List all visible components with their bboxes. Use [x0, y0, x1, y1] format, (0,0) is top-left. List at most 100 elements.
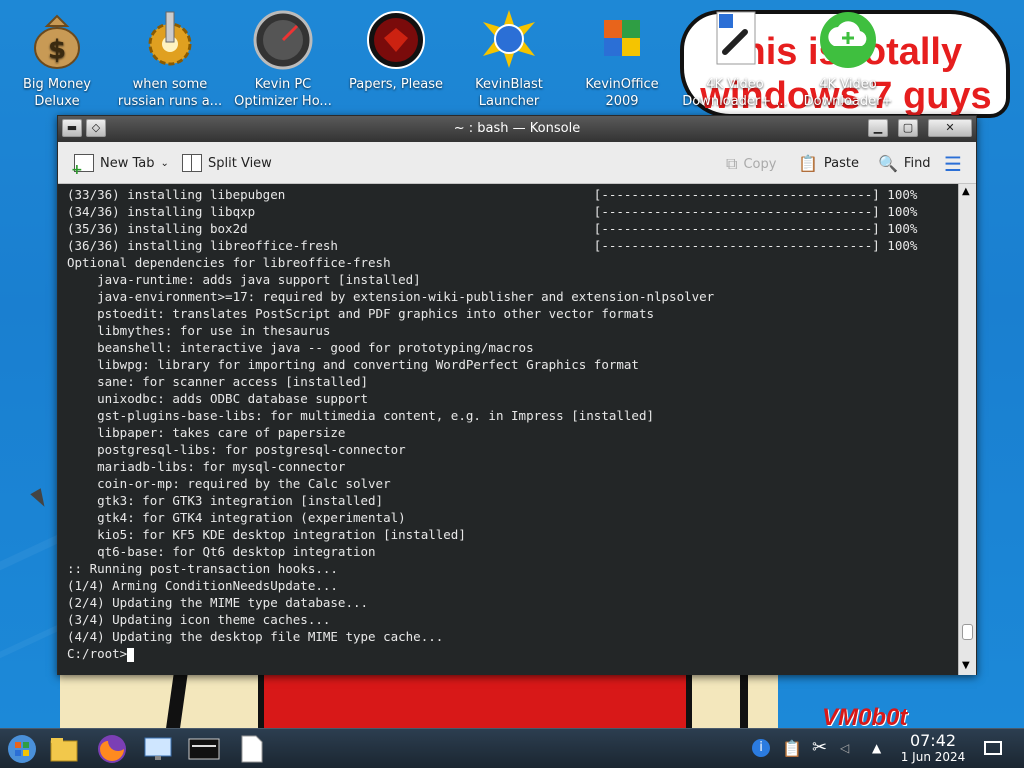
clipboard-icon: 📋 — [798, 154, 818, 173]
icon-label-line1: Papers, Please — [348, 77, 444, 92]
icon-label-line2: Downloader+ ... — [682, 94, 788, 109]
chevron-up-icon: ▲ — [872, 741, 882, 755]
taskbar-control-panel[interactable] — [142, 733, 174, 765]
desktop-icon-kevin-pc[interactable]: Kevin PC Optimizer Ho... — [227, 8, 339, 110]
terminal-line: postgresql-libs: for postgresql-connecto… — [67, 442, 406, 457]
monitor-icon — [144, 737, 172, 760]
wallpaper-paint-cream — [60, 672, 262, 728]
terminal-line: unixodbc: adds ODBC database support — [67, 391, 369, 406]
paste-label: Paste — [823, 156, 860, 171]
prompt-line: C:/root> — [67, 646, 128, 661]
window-title: ~ : bash — Konsole — [453, 121, 581, 136]
hamburger-menu-icon: ☰ — [944, 152, 962, 176]
tray-info[interactable]: i — [752, 733, 772, 765]
taskbar-file-manager[interactable] — [48, 733, 80, 765]
icon-label-line1: 4K Video — [819, 77, 877, 92]
speaker-icon: ◁ — [840, 741, 850, 755]
tray-screenshot[interactable]: ✂ — [812, 733, 832, 765]
terminal-line: java-environment>=17: required by extens… — [67, 289, 715, 304]
desktop-icon-big-money[interactable]: $ Big Money Deluxe — [1, 8, 113, 110]
scrollbar-thumb[interactable] — [962, 624, 973, 640]
taskbar-document[interactable] — [236, 733, 268, 765]
windows-start-icon — [8, 735, 36, 763]
terminal-scrollbar[interactable]: ▲ ▼ — [958, 184, 976, 675]
show-desktop-button[interactable] — [984, 733, 1006, 765]
taskbar-clock[interactable]: 07:42 1 Jun 2024 — [898, 732, 968, 765]
terminal-line: coin-or-mp: required by the Calc solver — [67, 476, 391, 491]
terminal-line: pstoedit: translates PostScript and PDF … — [67, 306, 654, 321]
tray-expand[interactable]: ▲ — [872, 733, 890, 765]
wallpaper-paint-line — [686, 672, 692, 728]
desktop-icon-kevinblast[interactable]: KevinBlast Launcher — [453, 8, 565, 110]
terminal-line: libmythes: for use in thesaurus — [67, 323, 331, 338]
terminal-line: beanshell: interactive java -- good for … — [67, 340, 534, 355]
info-icon: i — [752, 739, 770, 757]
desktop-icon-papers-please[interactable]: Papers, Please — [340, 8, 452, 93]
scissors-icon: ✂ — [812, 737, 828, 758]
terminal-line: (4/4) Updating the desktop file MIME typ… — [67, 629, 444, 644]
close-button[interactable]: ✕ — [928, 119, 972, 137]
window-titlebar[interactable]: ▬ ◇ ~ : bash — Konsole ▁ ▢ ✕ — [58, 116, 976, 142]
desktop-icon — [984, 741, 1002, 755]
chevron-down-icon[interactable]: ⌄ — [161, 158, 169, 169]
taskbar: i 📋 ✂ ◁ ▲ — [0, 728, 1024, 768]
konsole-window: ▬ ◇ ~ : bash — Konsole ▁ ▢ ✕ + New Tab ⌄… — [57, 115, 977, 675]
hamburger-menu-button[interactable]: ☰ — [944, 152, 962, 176]
terminal-line: (33/36) installing libepubgen [---------… — [67, 187, 918, 202]
copy-button[interactable]: ⧉ Copy — [726, 154, 776, 174]
wallpaper-paint-line — [740, 672, 748, 728]
icon-label-line1: KevinOffice — [585, 77, 659, 92]
tray-clipboard[interactable]: 📋 — [782, 733, 802, 765]
terminal-line: gtk3: for GTK3 integration [installed] — [67, 493, 384, 508]
icon-label-line2: Optimizer Ho... — [234, 94, 332, 109]
terminal-icon — [188, 738, 220, 760]
desktop-icon-russian[interactable]: when some russian runs a... — [114, 8, 226, 110]
office-icon — [592, 8, 652, 70]
minimize-button[interactable]: ▁ — [868, 119, 888, 137]
find-button[interactable]: 🔍 Find — [878, 154, 931, 173]
terminal-line: gtk4: for GTK4 integration (experimental… — [67, 510, 406, 525]
gear-icon — [140, 8, 200, 70]
split-view-button[interactable]: Split View — [182, 154, 272, 172]
copy-icon: ⧉ — [726, 154, 738, 173]
terminal-line: qt6-base: for Qt6 desktop integration — [67, 544, 376, 559]
terminal-output[interactable]: (33/36) installing libepubgen [---------… — [58, 184, 958, 675]
wallpaper-paint-line — [258, 672, 264, 728]
desktop-icon-4k-video-link[interactable]: 4K Video Downloader+ ... — [679, 8, 791, 110]
text-cursor — [127, 647, 135, 662]
scroll-up-arrow[interactable]: ▲ — [962, 186, 970, 197]
icon-label-line2: Downloader+ — [803, 94, 893, 109]
terminal-line: (35/36) installing box2d [--------------… — [67, 221, 918, 236]
desktop-icon-kevinoffice[interactable]: KevinOffice 2009 — [566, 8, 678, 110]
terminal-line: (36/36) installing libreoffice-fresh [--… — [67, 238, 918, 253]
desktop-icon-4k-video[interactable]: 4K Video Downloader+ — [792, 8, 904, 110]
maximize-button[interactable]: ▢ — [898, 119, 918, 137]
icon-label-line1: 4K Video — [706, 77, 764, 92]
terminal-line: (3/4) Updating icon theme caches... — [67, 612, 331, 627]
copy-label: Copy — [743, 156, 777, 172]
mouse-pointer — [30, 488, 50, 510]
terminal-line: Optional dependencies for libreoffice-fr… — [67, 255, 391, 270]
terminal-line: sane: for scanner access [installed] — [67, 374, 369, 389]
terminal-line: :: Running post-transaction hooks... — [67, 561, 338, 576]
find-label: Find — [903, 156, 931, 171]
new-tab-button[interactable]: + New Tab ⌄ — [71, 154, 169, 177]
wallpaper-paint-red — [262, 672, 688, 728]
icon-label-line1: Big Money — [22, 77, 91, 92]
terminal-line: (2/4) Updating the MIME type database... — [67, 595, 369, 610]
firefox-icon — [98, 735, 126, 763]
start-button[interactable] — [6, 733, 38, 765]
scroll-down-arrow[interactable]: ▼ — [962, 660, 970, 671]
link-file-icon — [705, 8, 765, 70]
split-view-icon — [182, 154, 202, 172]
cloud-download-icon — [818, 8, 878, 70]
tray-volume[interactable]: ◁ — [840, 733, 854, 765]
paste-button[interactable]: 📋 Paste — [798, 154, 859, 173]
taskbar-firefox[interactable] — [96, 733, 128, 765]
clipboard-icon: 📋 — [782, 739, 802, 758]
terminal-line: java-runtime: adds java support [install… — [67, 272, 421, 287]
terminal-line: gst-plugins-base-libs: for multimedia co… — [67, 408, 654, 423]
taskbar-konsole[interactable] — [188, 733, 220, 765]
search-icon: 🔍 — [878, 154, 898, 173]
new-tab-label: New Tab — [100, 155, 155, 171]
